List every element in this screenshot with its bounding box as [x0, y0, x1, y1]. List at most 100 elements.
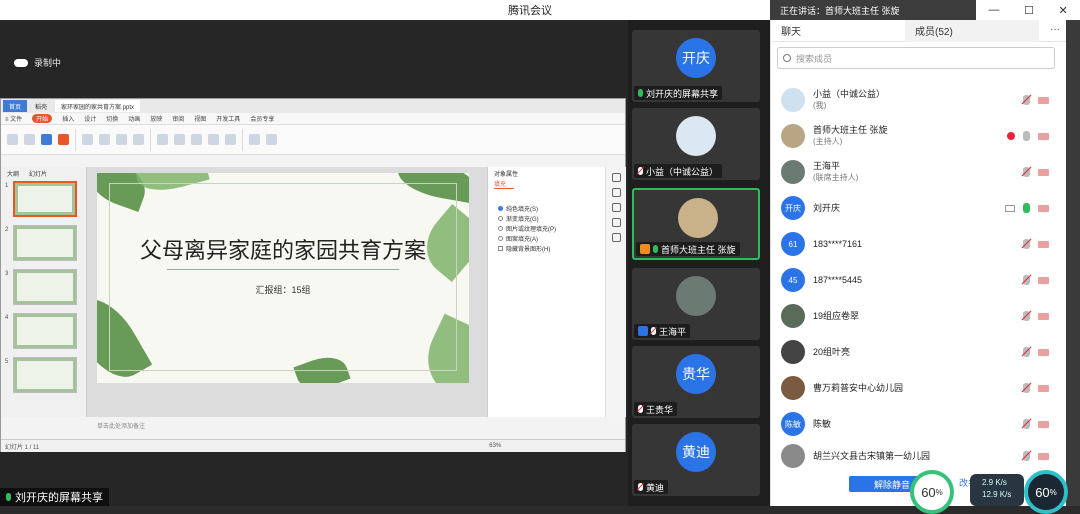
- properties-icon[interactable]: [611, 173, 621, 182]
- template-icon[interactable]: [611, 203, 621, 212]
- tab-slides[interactable]: 幻灯片: [29, 169, 47, 178]
- find-icon[interactable]: [249, 134, 260, 145]
- mic-off-icon[interactable]: [1023, 347, 1030, 357]
- member-row[interactable]: 曹万莉普安中心幼儿园: [771, 372, 1061, 404]
- camera-off-icon[interactable]: [1038, 168, 1049, 176]
- font-icon[interactable]: [82, 134, 93, 145]
- format-painter-icon[interactable]: [24, 134, 35, 145]
- member-row[interactable]: 首师大班主任 张旋 (主持人): [771, 120, 1061, 152]
- hide-bg-option[interactable]: 隐藏背景图形(H): [488, 243, 605, 253]
- slide-thumb[interactable]: [13, 357, 77, 393]
- member-row[interactable]: 陈敏 陈敏: [771, 408, 1061, 440]
- video-tile[interactable]: 黄迪 黄迪: [632, 424, 760, 496]
- menu-file[interactable]: ≡ 文件: [5, 114, 22, 123]
- fill-option[interactable]: 渐变填充(G): [488, 213, 605, 223]
- underline-icon[interactable]: [133, 134, 144, 145]
- close-button[interactable]: ✕: [1058, 4, 1067, 17]
- mic-off-icon[interactable]: [1023, 383, 1030, 393]
- menu-design[interactable]: 设计: [84, 114, 96, 123]
- tab-home[interactable]: 首页: [3, 100, 28, 112]
- text-box-icon[interactable]: [191, 134, 202, 145]
- slide-thumb[interactable]: [13, 313, 77, 349]
- member-row[interactable]: 王海平 (联席主持人): [771, 156, 1061, 188]
- new-slide-icon[interactable]: [58, 134, 69, 145]
- member-row[interactable]: 61 183****7161: [771, 228, 1061, 260]
- slide[interactable]: 父母离异家庭的家园共育方案 汇报组：15组: [97, 173, 469, 383]
- align-center-icon[interactable]: [174, 134, 185, 145]
- settings-icon[interactable]: [611, 233, 621, 242]
- avatar: [676, 116, 716, 156]
- mic-off-icon[interactable]: [1023, 311, 1030, 321]
- camera-off-icon[interactable]: [1038, 384, 1049, 392]
- member-row[interactable]: 19组应卷翠: [771, 300, 1061, 332]
- mic-off-icon[interactable]: [1023, 167, 1030, 177]
- member-row[interactable]: 胡兰兴文县古宋镇第一幼儿园: [771, 440, 1061, 472]
- menu-review[interactable]: 审阅: [172, 114, 184, 123]
- menu-start[interactable]: 开始: [32, 114, 53, 123]
- select-icon[interactable]: [611, 188, 621, 197]
- maximize-button[interactable]: ☐: [1024, 4, 1034, 17]
- mic-off-icon[interactable]: [1023, 239, 1030, 249]
- tab-fill[interactable]: 填充: [494, 179, 514, 189]
- fill-option[interactable]: 纯色填充(S): [488, 203, 605, 213]
- cloud-icon: [14, 58, 28, 67]
- camera-off-icon[interactable]: [1038, 420, 1049, 428]
- tab-chat[interactable]: 聊天: [771, 20, 905, 42]
- menu-member[interactable]: 会员专享: [250, 114, 274, 123]
- mic-icon[interactable]: [1023, 203, 1030, 213]
- network-speed: 2.9 K/s 12.9 K/s: [970, 474, 1024, 506]
- camera-off-icon[interactable]: [1038, 348, 1049, 356]
- mic-muted-icon: [638, 483, 643, 491]
- tab-members[interactable]: 成员(52): [905, 19, 1039, 42]
- tab-daoke[interactable]: 稻壳: [29, 100, 53, 112]
- camera-off-icon[interactable]: [1038, 312, 1049, 320]
- fill-option[interactable]: 图案填充(A): [488, 233, 605, 243]
- menu-devtools[interactable]: 开发工具: [216, 114, 240, 123]
- picture-icon[interactable]: [225, 134, 236, 145]
- slide-thumb[interactable]: [13, 225, 77, 261]
- video-tile[interactable]: 贵华 王贵华: [632, 346, 760, 418]
- camera-off-icon[interactable]: [1038, 276, 1049, 284]
- mic-off-icon[interactable]: [1023, 419, 1030, 429]
- fill-option[interactable]: 图片或纹理填充(P): [488, 223, 605, 233]
- more-icon[interactable]: ···: [1050, 24, 1060, 35]
- menu-transition[interactable]: 切换: [106, 114, 118, 123]
- member-row[interactable]: 20组叶亮: [771, 336, 1061, 368]
- camera-off-icon[interactable]: [1038, 96, 1049, 104]
- video-tile[interactable]: 小益（中诚公益）: [632, 108, 760, 180]
- video-tile-active-speaker[interactable]: 首师大班主任 张旋: [632, 188, 760, 260]
- select-icon[interactable]: [266, 134, 277, 145]
- paste-icon[interactable]: [7, 134, 18, 145]
- menu-slideshow[interactable]: 放映: [150, 114, 162, 123]
- menu-animation[interactable]: 动画: [128, 114, 140, 123]
- mic-off-icon[interactable]: [1023, 95, 1030, 105]
- slide-thumb[interactable]: [13, 181, 77, 217]
- video-tile[interactable]: 王海平: [632, 268, 760, 340]
- help-icon[interactable]: [611, 218, 621, 227]
- camera-off-icon[interactable]: [1038, 240, 1049, 248]
- slide-thumb[interactable]: [13, 269, 77, 305]
- italic-icon[interactable]: [116, 134, 127, 145]
- camera-off-icon[interactable]: [1038, 132, 1049, 140]
- zoom-level[interactable]: 63%: [489, 443, 501, 449]
- shape-icon[interactable]: [208, 134, 219, 145]
- member-row[interactable]: 45 187****5445: [771, 264, 1061, 296]
- align-left-icon[interactable]: [157, 134, 168, 145]
- camera-off-icon[interactable]: [1038, 452, 1049, 460]
- mic-off-icon[interactable]: [1023, 451, 1030, 461]
- notes-placeholder[interactable]: 单击此处添加备注: [97, 421, 145, 430]
- member-search-input[interactable]: 搜索成员: [777, 47, 1055, 69]
- mic-off-icon[interactable]: [1023, 275, 1030, 285]
- tab-outline[interactable]: 大纲: [7, 169, 19, 178]
- camera-off-icon[interactable]: [1038, 204, 1049, 212]
- menu-insert[interactable]: 插入: [62, 114, 74, 123]
- bold-icon[interactable]: [99, 134, 110, 145]
- menu-view[interactable]: 视图: [194, 114, 206, 123]
- video-tile[interactable]: 开庆 刘开庆的屏幕共享: [632, 30, 760, 102]
- mic-icon[interactable]: [1023, 131, 1030, 141]
- play-icon[interactable]: [41, 134, 52, 145]
- member-row[interactable]: 小益（中诚公益） (我): [771, 84, 1061, 116]
- member-row[interactable]: 开庆 刘开庆: [771, 192, 1061, 224]
- minimize-button[interactable]: —: [988, 4, 999, 16]
- tab-document[interactable]: 家环家园的家共育方案.pptx: [55, 100, 141, 112]
